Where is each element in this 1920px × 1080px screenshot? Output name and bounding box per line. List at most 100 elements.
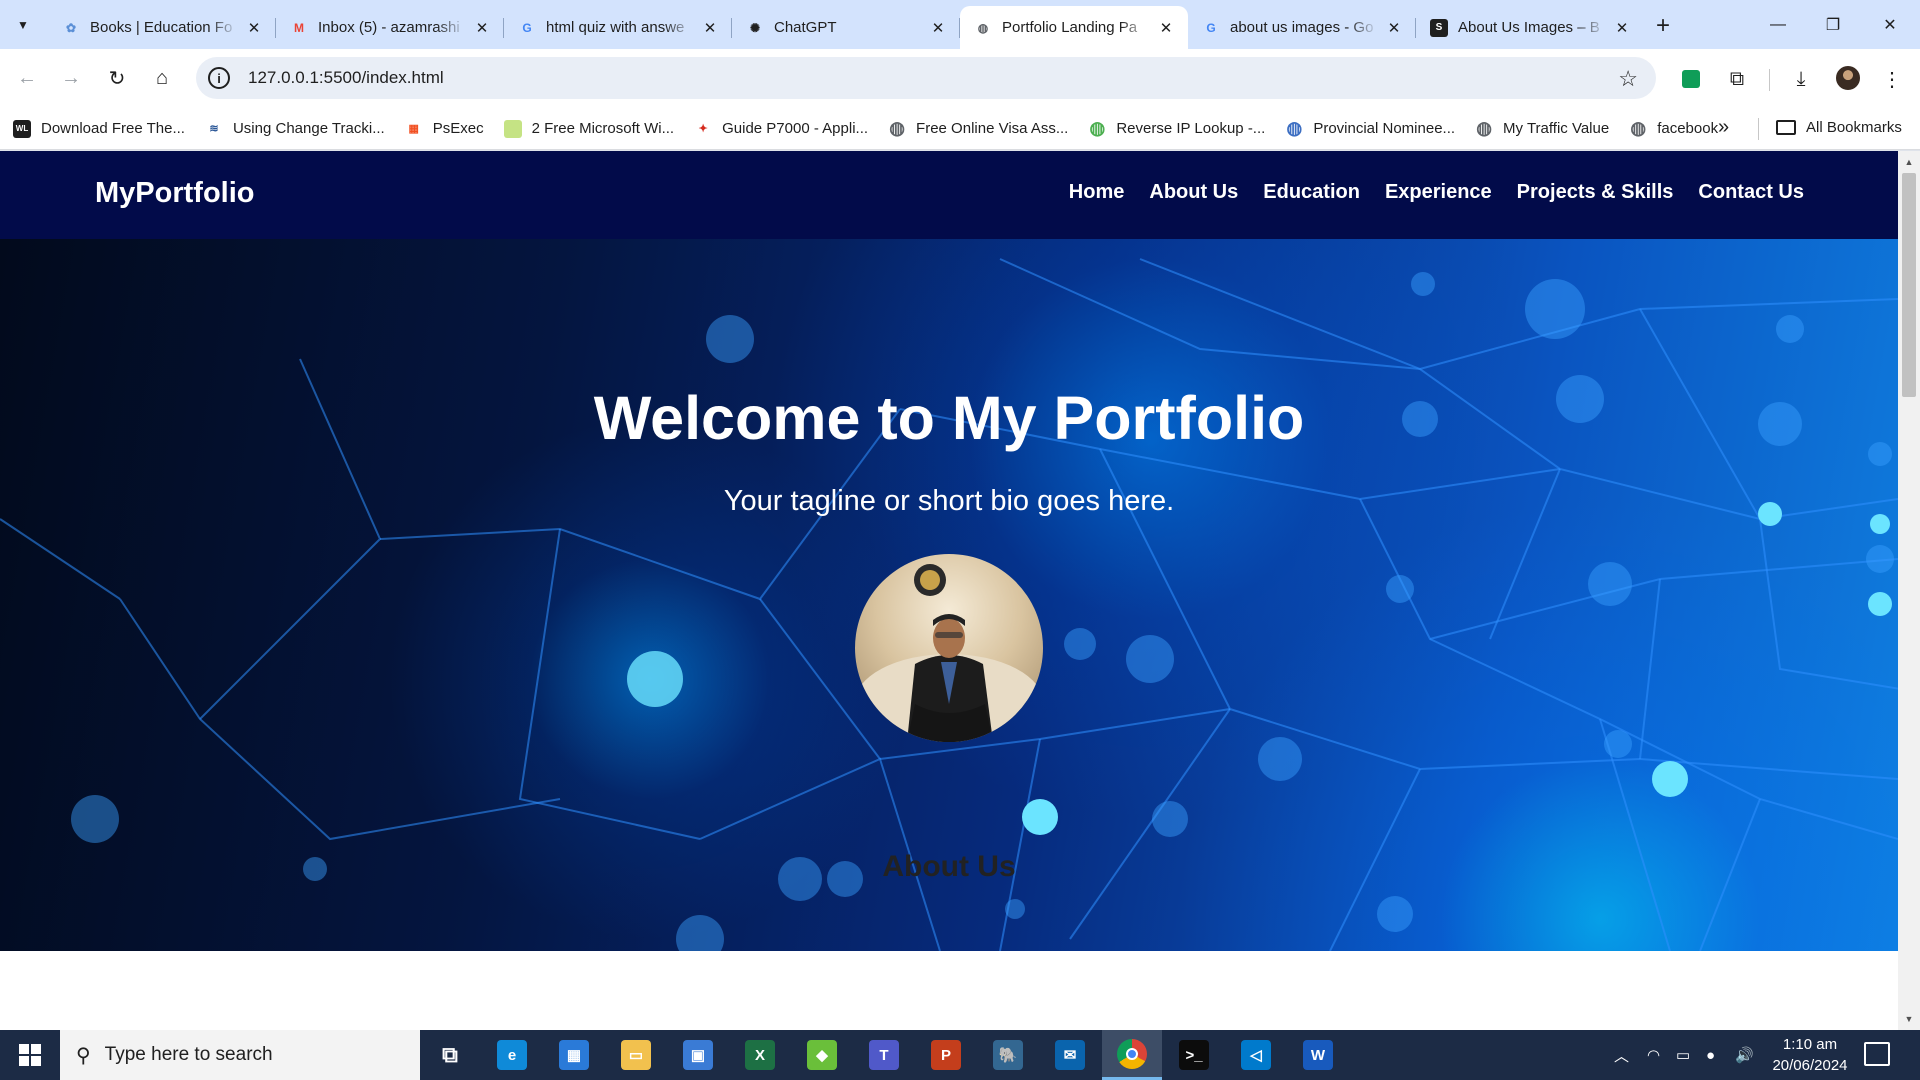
- home-icon[interactable]: ⌂: [147, 63, 177, 93]
- bookmarks-divider: [1758, 118, 1759, 140]
- browser-tab[interactable]: S About Us Images – B ✕: [1416, 6, 1644, 49]
- taskbar-app-button[interactable]: ⧉: [420, 1030, 480, 1080]
- extensions-puzzle-icon[interactable]: ⧉: [1723, 65, 1751, 93]
- extension-sheets-icon[interactable]: [1677, 65, 1705, 93]
- powerpoint-icon: P: [931, 1040, 961, 1070]
- windows-taskbar: ⚲ Type here to search ⧉ e ▦ ▭ ▣ X ◆ T P 🐘 ✉ >_ ◁ W ︿ …: [0, 1030, 1920, 1080]
- all-bookmarks-button[interactable]: All Bookmarks: [1776, 119, 1902, 136]
- taskbar-search-box[interactable]: ⚲ Type here to search: [60, 1030, 420, 1080]
- globe-color-icon: ◍: [1089, 118, 1106, 138]
- taskbar-app-button[interactable]: >_: [1164, 1030, 1224, 1080]
- site-nav-link[interactable]: Projects & Skills: [1517, 181, 1674, 204]
- browser-tab[interactable]: Ghtml quiz with answe ✕: [504, 6, 732, 49]
- postgres-icon: 🐘: [993, 1040, 1023, 1070]
- page-viewport: MyPortfolio Home About Us Education Experie…: [0, 151, 1898, 1030]
- bookmark-item[interactable]: ◍ Reverse IP Lookup -...: [1088, 118, 1265, 138]
- close-window-icon[interactable]: ✕: [1862, 0, 1918, 49]
- back-arrow-icon[interactable]: ←: [12, 63, 42, 93]
- bookmark-item[interactable]: WL Download Free The...: [13, 119, 185, 138]
- page-scrollbar[interactable]: ▲ ▼: [1898, 151, 1920, 1030]
- toolbar-divider: [1769, 69, 1770, 91]
- books-icon: ✿: [65, 20, 77, 35]
- bookmark-item[interactable]: ◍ facebook: [1629, 118, 1718, 138]
- site-logo[interactable]: MyPortfolio: [95, 177, 255, 210]
- menu-kebab-icon[interactable]: ⋮: [1878, 65, 1906, 93]
- site-nav-link[interactable]: About Us: [1149, 181, 1238, 204]
- site-info-icon[interactable]: i: [208, 67, 230, 89]
- site-nav-link[interactable]: Contact Us: [1698, 181, 1804, 204]
- bookmark-site-icon: ≋: [209, 123, 219, 135]
- reload-icon[interactable]: ↻: [102, 63, 132, 93]
- battery-icon[interactable]: ▭: [1676, 1030, 1690, 1080]
- taskbar-app-button[interactable]: X: [730, 1030, 790, 1080]
- bookmark-item[interactable]: ✦ Guide P7000 - Appli...: [694, 120, 869, 138]
- profile-avatar-icon[interactable]: [1834, 64, 1862, 92]
- bookmark-item[interactable]: ◍ 2 Free Microsoft Wi...: [503, 119, 674, 138]
- taskbar-clock[interactable]: 1:10 am 20/06/2024: [1760, 1034, 1860, 1076]
- address-url[interactable]: 127.0.0.1:5500/index.html: [248, 68, 444, 88]
- tab-close-icon[interactable]: ✕: [1384, 18, 1404, 38]
- site-navbar: MyPortfolio Home About Us Education Experie…: [0, 151, 1898, 239]
- site-nav-link[interactable]: Home: [1069, 181, 1125, 204]
- tab-close-icon[interactable]: ✕: [1612, 18, 1632, 38]
- browser-tab[interactable]: M Inbox (5) - azamrashi ✕: [276, 6, 504, 49]
- downloads-icon[interactable]: ⤓: [1787, 65, 1815, 93]
- new-tab-plus-icon[interactable]: +: [1649, 12, 1677, 40]
- taskbar-app-button[interactable]: ▭: [606, 1030, 666, 1080]
- bookmark-label: Provincial Nominee...: [1313, 120, 1456, 137]
- address-bar[interactable]: i 127.0.0.1:5500/index.html ☆: [196, 57, 1656, 99]
- taskbar-app-button[interactable]: 🐘: [978, 1030, 1038, 1080]
- browser-tab[interactable]: ✺ ChatGPT ✕: [732, 6, 960, 49]
- globe-icon: ◍: [1630, 118, 1647, 138]
- taskbar-app-button[interactable]: [1102, 1030, 1162, 1080]
- volume-icon[interactable]: 🔊: [1735, 1030, 1754, 1080]
- taskbar-app-button[interactable]: ◁: [1226, 1030, 1286, 1080]
- notification-center-icon[interactable]: [1864, 1042, 1890, 1066]
- bookmark-item[interactable]: ▦ PsExec: [405, 120, 484, 138]
- taskbar-app-button[interactable]: T: [854, 1030, 914, 1080]
- scroll-down-arrow-icon[interactable]: ▼: [1898, 1010, 1920, 1028]
- mail-icon: ✉: [1055, 1040, 1085, 1070]
- show-hidden-icons-chevron-icon[interactable]: ︿: [1614, 1030, 1629, 1080]
- tab-search-chevron-icon[interactable]: ▼: [10, 12, 36, 38]
- site-nav-link[interactable]: Education: [1263, 181, 1360, 204]
- gmail-icon: M: [294, 20, 304, 35]
- taskbar-app-button[interactable]: ▣: [668, 1030, 728, 1080]
- profile-person-graphic: [855, 564, 1043, 742]
- taskbar-app-button[interactable]: ◆: [792, 1030, 852, 1080]
- browser-tab[interactable]: ✿ Books | Education Fo ✕: [48, 6, 276, 49]
- tab-close-icon[interactable]: ✕: [472, 18, 492, 38]
- google-icon: G: [1206, 20, 1216, 35]
- microphone-icon[interactable]: ●: [1706, 1030, 1715, 1080]
- start-button[interactable]: [0, 1030, 60, 1080]
- tab-close-icon[interactable]: ✕: [928, 18, 948, 38]
- bookmark-item[interactable]: ◍ Provincial Nominee...: [1285, 118, 1456, 138]
- bookmark-item[interactable]: ≋ Using Change Tracki...: [205, 120, 384, 138]
- bookmark-label: PsExec: [432, 120, 484, 137]
- scrollbar-thumb[interactable]: [1902, 173, 1916, 397]
- bookmark-item[interactable]: ◍ My Traffic Value: [1475, 118, 1609, 138]
- scroll-up-arrow-icon[interactable]: ▲: [1898, 153, 1920, 171]
- browser-tab[interactable]: Gabout us images - Go ✕: [1188, 6, 1416, 49]
- taskbar-app-button[interactable]: P: [916, 1030, 976, 1080]
- minimize-icon[interactable]: —: [1750, 0, 1806, 49]
- taskbar-app-button[interactable]: W: [1288, 1030, 1348, 1080]
- site-nav-link[interactable]: Experience: [1385, 181, 1492, 204]
- browser-tab[interactable]: ◍ Portfolio Landing Pa ✕: [960, 6, 1188, 49]
- network-icon[interactable]: ◠: [1647, 1030, 1660, 1080]
- tab-title: About Us Images – B: [1458, 19, 1600, 36]
- bookmark-star-icon[interactable]: ☆: [1618, 66, 1638, 92]
- more-bookmarks-chevron-icon[interactable]: »: [1718, 116, 1729, 139]
- bookmark-label: Download Free The...: [41, 120, 185, 137]
- tab-close-icon[interactable]: ✕: [244, 18, 264, 38]
- taskbar-app-button[interactable]: ▦: [544, 1030, 604, 1080]
- tab-close-icon[interactable]: ✕: [1156, 18, 1176, 38]
- restore-icon[interactable]: ❐: [1805, 0, 1861, 49]
- tab-close-icon[interactable]: ✕: [700, 18, 720, 38]
- taskbar-app-button[interactable]: ✉: [1040, 1030, 1100, 1080]
- taskbar-app-button[interactable]: e: [482, 1030, 542, 1080]
- bookmark-item[interactable]: ◍ Free Online Visa Ass...: [888, 118, 1068, 138]
- tab-title: html quiz with answe: [546, 19, 685, 36]
- excel-icon: X: [745, 1040, 775, 1070]
- forward-arrow-icon[interactable]: →: [56, 63, 86, 93]
